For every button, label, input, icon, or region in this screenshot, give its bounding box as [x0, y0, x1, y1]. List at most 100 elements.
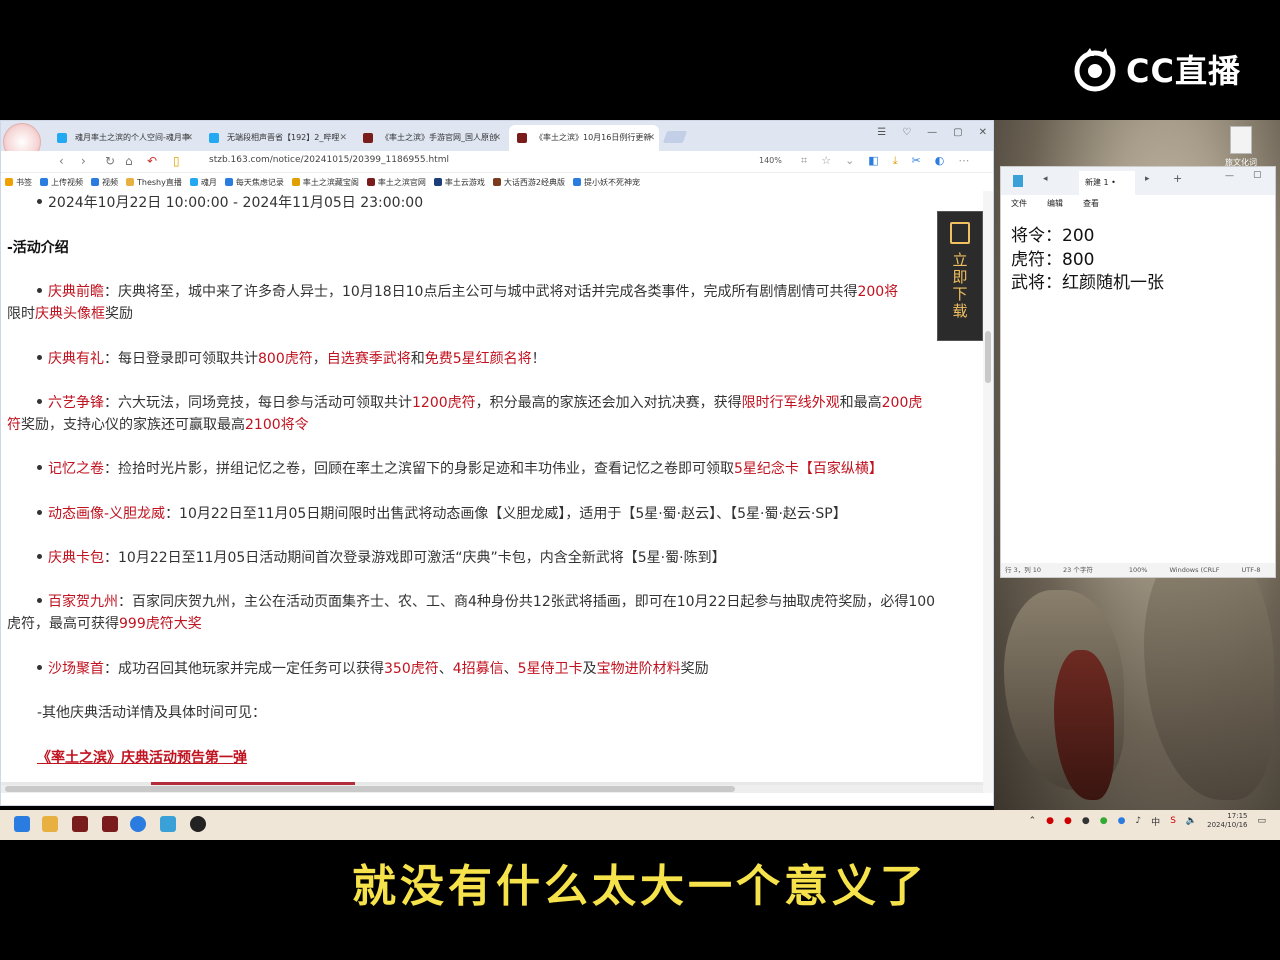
bookmark-item[interactable]: 书签 [5, 177, 32, 188]
game-site-icon [366, 178, 375, 186]
chevron-up-icon[interactable]: ⌃ [1029, 816, 1037, 826]
tray-app-icon[interactable]: ● [1082, 816, 1090, 826]
more-icon[interactable]: ⋯ [958, 154, 969, 168]
close-icon[interactable]: ✕ [647, 125, 655, 151]
bookmark-item[interactable]: Theshy直播 [126, 177, 182, 188]
bookmark-item[interactable]: 率土云游戏 [433, 177, 485, 188]
activity-text: ， [312, 351, 327, 367]
clock-date: 2024/10/16 [1207, 821, 1248, 829]
tray-app-icon[interactable]: ● [1046, 816, 1054, 826]
download-icon[interactable]: ⤓ [893, 154, 898, 168]
back-icon[interactable]: ‹ [59, 154, 64, 168]
bookmark-icon[interactable]: ▯ [173, 154, 180, 168]
bookmark-item[interactable]: 大话西游2经典版 [492, 177, 565, 188]
tray-app-icon[interactable]: ● [1100, 816, 1108, 826]
close-icon[interactable]: ✕ [339, 125, 347, 151]
close-icon[interactable]: ✕ [979, 127, 987, 138]
undo-icon[interactable]: ↶ [147, 154, 157, 168]
minimize-icon[interactable]: — [1225, 171, 1234, 181]
bookmark-item[interactable]: 率土之滨藏宝阁 [291, 177, 359, 188]
download-button[interactable]: 立即下载 [937, 211, 983, 341]
activity-item: 六艺争锋：六大玩法，同场竞技，每日参与活动可领取共计1200虎符，积分最高的家族… [37, 392, 922, 412]
scrollbar-thumb[interactable] [5, 786, 735, 792]
home-icon[interactable]: ⌂ [125, 154, 133, 168]
menu-file[interactable]: 文件 [1011, 195, 1027, 213]
scrollbar-thumb[interactable] [985, 331, 991, 383]
microphone-icon[interactable]: ♪ [1135, 816, 1141, 826]
maximize-icon[interactable]: ▢ [1253, 170, 1262, 180]
clock[interactable]: 17:15 2024/10/16 [1207, 812, 1247, 830]
logo-text: CC直播 [1126, 52, 1241, 90]
notepad-tab[interactable]: 新建 1 • [1079, 171, 1135, 195]
tray-app-icon[interactable]: ● [1064, 816, 1072, 826]
bookmark-item[interactable]: 视频 [91, 177, 118, 188]
date-line: 2024年10月22日 10:00:00 - 2024年11月05日 23:00… [37, 192, 423, 212]
activity-title: 动态画像-义胆龙威 [48, 506, 166, 522]
translate-icon[interactable]: ◧ [868, 154, 878, 168]
browser-tab-4[interactable]: 《率土之滨》10月16日例行更新 ✕ [509, 125, 659, 151]
bookmark-item[interactable]: 率土之滨官网 [366, 177, 426, 188]
window-controls: ☰ ♡ — ▢ ✕ [877, 127, 987, 138]
zoom-level[interactable]: 140% [759, 156, 782, 165]
file-explorer-icon[interactable] [42, 816, 58, 832]
menu-edit[interactable]: 编辑 [1047, 195, 1063, 213]
preview-link[interactable]: 《率土之滨》庆典活动预告第一弹 [37, 747, 247, 767]
input-method-icon[interactable]: S [1170, 816, 1176, 826]
obs-app-icon[interactable] [190, 816, 206, 832]
new-tab-icon[interactable]: + [1173, 172, 1182, 185]
theme-icon[interactable]: ◐ [935, 154, 945, 168]
browser-app-icon[interactable] [130, 816, 146, 832]
notepad-app-icon[interactable] [160, 816, 176, 832]
activity-text: ！ [531, 351, 546, 367]
horizontal-scrollbar[interactable] [1, 785, 983, 793]
url-field[interactable]: stzb.163.com/notice/20241015/20399_11869… [209, 155, 449, 165]
menu-view[interactable]: 查看 [1083, 195, 1099, 213]
game-app-icon[interactable] [72, 816, 88, 832]
address-bar-icons: ⌗ ☆ ⌄ ◧ ⤓ ✂ ◐ ⋯ [801, 154, 969, 168]
encoding: UTF-8 [1241, 566, 1261, 574]
game-app-icon[interactable] [102, 816, 118, 832]
maximize-icon[interactable]: ▢ [953, 127, 962, 138]
forward-icon[interactable]: ▸ [1145, 174, 1150, 184]
activity-text: 奖励 [105, 306, 133, 322]
browser-tab-2[interactable]: 无端段相声晋省【192】2_哔哩 ✕ [201, 125, 351, 151]
minimize-icon[interactable]: — [927, 127, 937, 138]
tools-icon[interactable]: ✂ [912, 154, 921, 168]
activity-highlight: 1200虎符 [412, 395, 476, 411]
notepad-tab-bar: ◂ 新建 1 • ▸ + — ▢ [1001, 167, 1275, 195]
menu-icon[interactable]: ☰ [877, 127, 886, 138]
shirt-icon[interactable]: ♡ [902, 127, 911, 138]
browser-tab-3[interactable]: 《率土之滨》手游官网_国人原创 ✕ [355, 125, 505, 151]
game-site-icon [517, 133, 527, 143]
bullet [37, 598, 42, 603]
activity-item: 百家贺九州：百家同庆贺九州，主公在活动页面集齐士、农、工、商4种身份共12张武将… [37, 591, 935, 611]
reload-icon[interactable]: ↻ [105, 154, 115, 168]
notification-icon[interactable]: ▭ [1257, 816, 1266, 826]
system-tray: ⌃ ● ● ● ● ● ♪ 中 S 🔈 17:15 2024/10/16 ▭ [1029, 812, 1266, 830]
bookmark-item[interactable]: 魂月 [189, 177, 217, 188]
volume-icon[interactable]: 🔈 [1186, 816, 1197, 826]
notepad-menu: 文件 编辑 查看 [1001, 195, 1275, 213]
activity-title: 记忆之卷 [48, 461, 104, 477]
activity-item: 庆典前瞻：庆典将至，城中来了许多奇人异士，10月18日10点后主公可与城中武将对… [37, 281, 898, 301]
vertical-scrollbar[interactable] [983, 191, 993, 793]
bookmark-item[interactable]: 提小妖不死神宠 [572, 177, 640, 188]
bookmark-item[interactable]: 每天焦虑记录 [224, 177, 284, 188]
ime-indicator[interactable]: 中 [1151, 815, 1160, 828]
forward-icon[interactable]: › [81, 154, 86, 168]
bookmark-item[interactable]: 上传视频 [40, 177, 83, 188]
chevron-down-icon[interactable]: ⌄ [845, 154, 854, 168]
tray-app-icon[interactable]: ● [1118, 816, 1126, 826]
new-tab-button[interactable] [662, 131, 688, 143]
browser-tab-1[interactable]: 魂月率土之滨的个人空间-魂月率 ✕ [49, 125, 197, 151]
site-icon [572, 178, 581, 186]
close-icon[interactable]: ✕ [493, 125, 501, 151]
windows-start-icon[interactable] [14, 816, 30, 832]
back-icon[interactable]: ◂ [1043, 174, 1048, 184]
close-icon[interactable]: ✕ [185, 125, 193, 151]
screenshot-icon[interactable]: ⌗ [801, 154, 807, 168]
tab-label: 魂月率土之滨的个人空间-魂月率 [75, 133, 190, 142]
bookmark-label: 大话西游2经典版 [503, 177, 565, 187]
star-icon[interactable]: ☆ [821, 154, 831, 168]
notepad-text-area[interactable]: 将令：200 虎符：800 武将：红颜随机一张 [1011, 225, 1164, 296]
